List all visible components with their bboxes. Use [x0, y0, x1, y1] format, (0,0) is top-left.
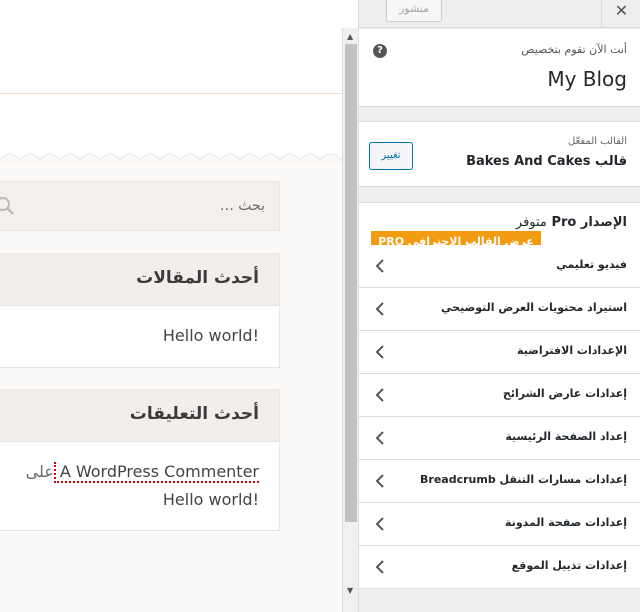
- pro-title-light: متوفر: [515, 215, 547, 230]
- active-theme-section: القالب المفعّل قالب Bakes And Cakes تغيي…: [359, 121, 640, 187]
- section-breadcrumb[interactable]: إعدادات مسارات التنقل Breadcrumb: [359, 460, 640, 503]
- header-divider: [0, 93, 342, 94]
- scrollbar-thumb[interactable]: [345, 44, 357, 522]
- scroll-arrow-down-icon[interactable]: ▼: [347, 586, 353, 595]
- chevron-left-icon: [375, 345, 384, 359]
- chevron-left-icon: [375, 517, 384, 531]
- widget-header: أحدث المقالات: [0, 254, 279, 306]
- post-link[interactable]: Hello world!: [163, 326, 259, 345]
- preview-scrollbar[interactable]: ▲ ▼: [342, 28, 358, 612]
- comment-author-link[interactable]: A WordPress Commenter: [53, 462, 259, 483]
- active-theme-label: القالب المفعّل: [567, 136, 627, 147]
- chevron-left-icon: [375, 431, 384, 445]
- theme-name: قالب Bakes And Cakes: [466, 154, 627, 169]
- chevron-left-icon: [375, 474, 384, 488]
- publish-button[interactable]: منشور: [386, 0, 442, 22]
- chevron-left-icon: [375, 302, 384, 316]
- widget-title: أحدث المقالات: [136, 268, 259, 288]
- search-icon[interactable]: [0, 196, 15, 216]
- recent-comments-widget: أحدث التعليقات على A WordPress Commenter …: [0, 389, 280, 531]
- site-title: My Blog: [547, 67, 627, 91]
- change-theme-button[interactable]: تغيير: [369, 142, 413, 170]
- customizer-sections: فيديو تعليمي استيراد محتويات العرض التوض…: [359, 245, 640, 589]
- section-label: إعدادات مسارات التنقل Breadcrumb: [420, 473, 627, 486]
- comment-on-text: على: [25, 462, 54, 481]
- section-label: إعدادات عارض الشرائح: [502, 387, 627, 400]
- search-input[interactable]: بحث …: [220, 198, 265, 214]
- scroll-arrow-up-icon[interactable]: ▲: [347, 32, 353, 41]
- pro-available-section: الإصدار Pro متوفر عرض القالب الاحترافي P…: [359, 202, 640, 253]
- comment-entry: على A WordPress Commenter: [22, 462, 259, 483]
- scalloped-border: [0, 153, 342, 162]
- section-blog-page[interactable]: إعدادات صفحة المدونة: [359, 503, 640, 546]
- section-label: إعدادات تذييل الموقع: [511, 559, 627, 572]
- section-demo-import[interactable]: استيراد محتويات العرض التوضيحي: [359, 288, 640, 331]
- section-label: إعدادات صفحة المدونة: [505, 516, 627, 529]
- section-default-settings[interactable]: الإعدادات الافتراضية: [359, 331, 640, 374]
- section-label: الإعدادات الافتراضية: [517, 344, 627, 357]
- help-icon[interactable]: ?: [373, 44, 387, 58]
- customizer-header: منشور ✕: [359, 0, 640, 28]
- chevron-left-icon: [375, 259, 384, 273]
- chevron-left-icon: [375, 388, 384, 402]
- customizer-panel: منشور ✕ أنت الآن تقوم بتخصيص My Blog ? ا…: [358, 0, 640, 612]
- section-label: فيديو تعليمي: [556, 258, 627, 271]
- pro-title: الإصدار Pro متوفر: [516, 215, 627, 230]
- search-form[interactable]: بحث …: [0, 181, 280, 231]
- section-video-tutorial[interactable]: فيديو تعليمي: [359, 245, 640, 288]
- widget-header: أحدث التعليقات: [0, 390, 279, 442]
- customizing-label: أنت الآن تقوم بتخصيص: [521, 43, 627, 56]
- section-footer[interactable]: إعدادات تذييل الموقع: [359, 546, 640, 589]
- comment-post-link[interactable]: Hello world!: [163, 490, 259, 509]
- customizer-info: أنت الآن تقوم بتخصيص My Blog ?: [359, 29, 640, 107]
- pro-title-bold: الإصدار Pro: [551, 215, 627, 230]
- recent-posts-widget: أحدث المقالات Hello world!: [0, 253, 280, 368]
- section-slider-settings[interactable]: إعدادات عارض الشرائح: [359, 374, 640, 417]
- chevron-left-icon: [375, 560, 384, 574]
- widget-title: أحدث التعليقات: [129, 404, 259, 424]
- site-preview: بحث … أحدث المقالات Hello world! أحدث ال…: [0, 0, 342, 612]
- section-label: إعداد الصفحة الرئيسية: [505, 430, 627, 443]
- close-icon[interactable]: ✕: [601, 0, 640, 28]
- section-label: استيراد محتويات العرض التوضيحي: [441, 301, 627, 314]
- section-home-page[interactable]: إعداد الصفحة الرئيسية: [359, 417, 640, 460]
